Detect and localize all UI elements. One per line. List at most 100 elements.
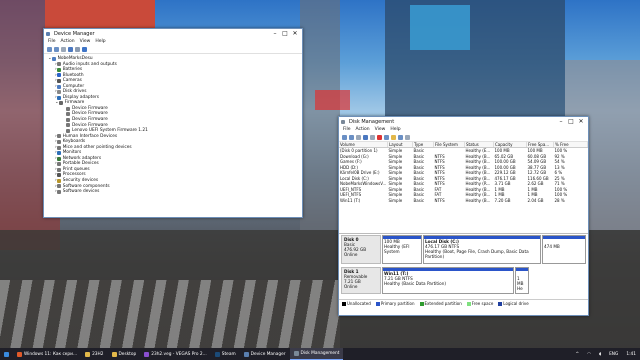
tree-item[interactable]: › Software devices [48, 189, 298, 195]
menu-action[interactable]: Action [356, 127, 370, 132]
back-icon[interactable] [47, 46, 52, 52]
disk-management-window[interactable]: Disk Management – □ ✕ File Action View H… [338, 116, 589, 316]
tray-chevron-icon[interactable]: ^ [571, 348, 583, 360]
taskbar-item-folder[interactable]: 23H2 [81, 348, 107, 360]
table-cell: NTFS [434, 197, 445, 203]
printer-icon [56, 167, 61, 172]
menu-bar: File Action View Help [339, 126, 588, 133]
taskbar-item-disk-management[interactable]: Disk Management [289, 348, 344, 360]
device-tree: ⌄ NobeMarksDesu › Audio inputs and outputs… [44, 54, 302, 197]
disk-1-info[interactable]: Disk 1 Removable 7.21 GB Online [341, 267, 381, 294]
menu-action[interactable]: Action [61, 39, 75, 44]
forward-icon[interactable] [349, 134, 354, 140]
taskbar-item-steam[interactable]: Steam [211, 348, 240, 360]
properties-icon[interactable] [61, 46, 66, 52]
taskbar-item-device-manager[interactable]: Device Manager [240, 348, 290, 360]
disk-0-status: Online [344, 252, 358, 257]
taskbar-item-browser[interactable]: Windows 11: Как скри... [13, 348, 81, 360]
disk-0-partition-efi[interactable]: 100 MB Healthy (EFI System [382, 235, 422, 264]
device-manager-titlebar[interactable]: Device Manager – □ ✕ [44, 29, 302, 38]
swatch-primary [375, 301, 380, 306]
hid-icon [56, 134, 61, 139]
partition-size: 474 MB [544, 244, 560, 249]
disk-1-partition-win11[interactable]: Win11 (T:) 7.21 GB NTFS Healthy (Basic D… [382, 267, 514, 294]
monitor-icon [56, 151, 61, 156]
window-title: Device Manager [54, 30, 95, 37]
help-icon[interactable] [363, 134, 368, 140]
search-icon[interactable] [398, 134, 403, 140]
disk-0-partition-c[interactable]: Local Disk (C:) 476.17 GB NTFS Healthy (… [423, 235, 541, 264]
start-button[interactable] [0, 348, 13, 360]
audio-icon [56, 62, 61, 67]
volume-table: Volume Layout Type File System Status Ca… [339, 142, 588, 203]
toolbar [44, 45, 302, 54]
maximize-button[interactable]: □ [280, 30, 290, 37]
chip-icon [66, 117, 70, 122]
partition-status: He [517, 286, 523, 291]
minimize-button[interactable]: – [556, 118, 566, 125]
disk-0-info[interactable]: Disk 0 Basic 476.92 GB Online [341, 235, 381, 264]
legend-primary: Primary partition [375, 301, 415, 306]
close-button[interactable]: ✕ [290, 30, 300, 37]
legend: Unallocated Primary partition Extended p… [339, 299, 588, 307]
device-manager-icon [243, 351, 249, 357]
disk-management-titlebar[interactable]: Disk Management – □ ✕ [339, 117, 588, 126]
disk-1-row[interactable]: Disk 1 Removable 7.21 GB Online Win11 (T… [341, 267, 586, 294]
tray-wifi-icon[interactable]: ◠ [583, 348, 595, 360]
firmware-icon [58, 101, 63, 106]
menu-file[interactable]: File [343, 127, 351, 132]
network-icon [56, 156, 61, 161]
computer-icon [56, 84, 61, 89]
device-manager-window[interactable]: Device Manager – □ ✕ File Action View He… [43, 28, 303, 218]
menu-view[interactable]: View [375, 127, 386, 132]
disk-1-status: Online [344, 284, 358, 289]
clock[interactable]: 1:41 [622, 348, 640, 360]
taskbar-item-desktop[interactable]: Desktop [108, 348, 141, 360]
menu-help[interactable]: Help [390, 127, 400, 132]
close-button[interactable]: ✕ [576, 118, 586, 125]
minimize-button[interactable]: – [270, 30, 280, 37]
tray-volume-icon[interactable]: ◖ [595, 348, 605, 360]
table-cell: NobeMarksWindowsV... [340, 181, 387, 187]
view-icon[interactable] [405, 134, 410, 140]
table-cell: Healthy (B... [465, 175, 491, 181]
processor-icon [56, 173, 61, 178]
table-cell: Healthy (E... [465, 148, 491, 154]
software-icon [56, 189, 61, 194]
taskbar-item-vegas[interactable]: 23h2.veg - VEGAS Pro 2... [140, 348, 211, 360]
maximize-button[interactable]: □ [566, 118, 576, 125]
mouse-icon [56, 145, 61, 150]
partition-size: 1 MB [517, 276, 524, 286]
swatch-free [466, 301, 471, 306]
check-icon[interactable] [384, 134, 389, 140]
folder-icon[interactable] [391, 134, 396, 140]
language-indicator[interactable]: ENG [605, 348, 622, 360]
windows-icon [4, 351, 9, 357]
disk-1-partition-uefi[interactable]: 1 MB He [515, 267, 529, 294]
battery-icon [56, 67, 61, 72]
menu-help[interactable]: Help [95, 39, 105, 44]
monitor-icon[interactable] [82, 46, 87, 52]
menu-file[interactable]: File [48, 39, 56, 44]
forward-icon[interactable] [54, 46, 59, 52]
swatch-unallocated [342, 301, 346, 306]
menu-view[interactable]: View [80, 39, 91, 44]
scan-icon[interactable] [75, 46, 80, 52]
keyboard-icon [56, 139, 61, 144]
disk-0-partition-recovery[interactable]: 474 MB [542, 235, 586, 264]
table-cell: Healthy (B... [465, 159, 491, 165]
bluetooth-icon [56, 73, 61, 78]
disk-0-row[interactable]: Disk 0 Basic 476.92 GB Online 100 MB Hea… [341, 235, 586, 264]
table-row[interactable]: Win11 (T:) Simple Basic NTFS Healthy (B... 7.… [339, 198, 588, 204]
table-cell: 2.04 GB [527, 197, 544, 203]
back-icon[interactable] [342, 134, 347, 140]
disk-management-icon [293, 351, 299, 356]
taskbar: Windows 11: Как скри... 23H2 Desktop 23h… [0, 348, 640, 360]
properties-icon[interactable] [370, 134, 375, 140]
chip-icon [66, 106, 70, 111]
legend-free: Free space [466, 301, 493, 306]
delete-icon[interactable] [377, 134, 382, 140]
help-icon[interactable] [68, 46, 73, 52]
list-icon[interactable] [356, 134, 361, 140]
device-manager-icon [46, 31, 50, 36]
